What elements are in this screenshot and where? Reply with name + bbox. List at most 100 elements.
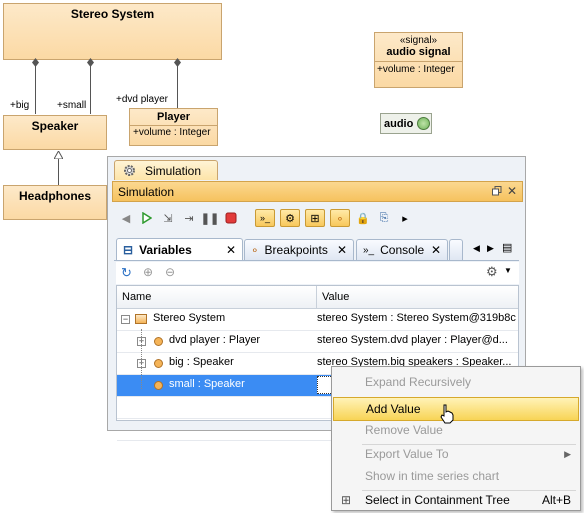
terminate-icon[interactable] bbox=[223, 210, 239, 226]
menu-item-label: Expand Recursively bbox=[365, 375, 472, 389]
remove-value-icon[interactable]: ⊖ bbox=[165, 265, 175, 279]
tab-scroll-left-icon[interactable]: ◀ bbox=[473, 243, 480, 254]
row-name: big : Speaker bbox=[169, 356, 234, 368]
export-icon[interactable]: ⎘ bbox=[376, 210, 392, 226]
audio-signal-block[interactable]: «signal» audio signal +volume : Integer bbox=[374, 32, 463, 88]
run-icon[interactable] bbox=[139, 210, 155, 226]
menu-item-expand-recursively[interactable]: Expand Recursively bbox=[333, 371, 579, 393]
column-divider bbox=[316, 286, 317, 308]
generalization-line bbox=[58, 157, 59, 185]
menu-item-export-value-to[interactable]: Export Value To ▶ bbox=[333, 443, 579, 465]
column-header-value[interactable]: Value bbox=[322, 291, 349, 303]
close-icon[interactable]: ✕ bbox=[507, 184, 517, 198]
step-into-icon[interactable]: ⇲ bbox=[160, 210, 176, 226]
step-back-icon[interactable]: ◀ bbox=[118, 210, 134, 226]
block-title: Speaker bbox=[31, 119, 79, 133]
headphones-block[interactable]: Headphones bbox=[3, 185, 107, 220]
part-icon bbox=[154, 381, 163, 390]
table-row[interactable]: + dvd player : Player stereo System.dvd … bbox=[117, 331, 518, 353]
breakpoints-icon: ∘ bbox=[251, 243, 259, 257]
row-name: Stereo System bbox=[153, 312, 226, 324]
tab-strip-border bbox=[114, 260, 519, 261]
gear-icon[interactable]: ⚙ bbox=[486, 264, 498, 280]
block-divider bbox=[130, 125, 217, 126]
close-icon[interactable]: ✕ bbox=[431, 243, 441, 257]
speaker-block[interactable]: Speaker bbox=[3, 115, 107, 150]
tab-label: Variables bbox=[139, 242, 192, 257]
port-circle-icon bbox=[417, 117, 431, 130]
role-label-dvd: +dvd player bbox=[116, 94, 168, 105]
menu-item-label: Remove Value bbox=[365, 423, 443, 437]
role-label-small: +small bbox=[57, 100, 87, 111]
simulation-toolbar: ◀ ⇲ ⇥ ❚❚ »_ ⚙ ⊞ ∘ 🔒 ⎘ ▸ bbox=[114, 206, 514, 230]
console-icon: »_ bbox=[363, 244, 375, 256]
menu-item-label: Show in time series chart bbox=[365, 469, 500, 483]
console-mode-icon[interactable]: »_ bbox=[255, 209, 275, 227]
composition-line-small bbox=[90, 62, 91, 114]
part-icon bbox=[154, 359, 163, 368]
variables-icon: ⊟ bbox=[123, 242, 134, 257]
column-header-name[interactable]: Name bbox=[122, 291, 151, 303]
audio-port-block[interactable]: audio bbox=[380, 113, 432, 134]
block-divider bbox=[375, 61, 462, 62]
collapse-icon[interactable]: − bbox=[121, 315, 130, 324]
block-title: Headphones bbox=[18, 189, 91, 203]
block-title: Stereo System bbox=[70, 7, 155, 21]
tab-label: Breakpoints bbox=[264, 243, 328, 257]
tab-overflow[interactable] bbox=[449, 239, 463, 260]
player-attribute: +volume : Integer bbox=[133, 127, 211, 138]
menu-item-select-in-containment-tree[interactable]: ⊞ Select in Containment Tree Alt+B bbox=[333, 489, 579, 511]
menu-item-add-value[interactable]: Add Value bbox=[333, 397, 579, 421]
tab-label: Console bbox=[380, 243, 425, 257]
lock-icon[interactable]: 🔒 bbox=[355, 210, 371, 226]
signal-attribute: +volume : Integer bbox=[377, 64, 455, 75]
tab-list-icon[interactable]: ▤ bbox=[502, 241, 512, 254]
hierarchy-icon[interactable]: ⊞ bbox=[305, 209, 325, 227]
tab-scroll-right-icon[interactable]: ▶ bbox=[487, 243, 494, 254]
submenu-arrow-icon: ▶ bbox=[564, 448, 571, 459]
block-title: audio signal bbox=[386, 46, 451, 58]
breakpoints-icon[interactable]: ∘ bbox=[330, 209, 350, 227]
variables-toolbar: ↻ ⊕ ⊖ ⚙ ▼ bbox=[116, 262, 519, 284]
gear-icon[interactable]: ⚙ bbox=[280, 209, 300, 227]
table-header: Name Value bbox=[117, 286, 518, 309]
player-block[interactable]: Player +volume : Integer bbox=[129, 108, 218, 146]
panel-titlebar: Simulation ✕ bbox=[112, 181, 523, 202]
triangle-arrow-icon bbox=[53, 149, 64, 160]
tab-variables[interactable]: ⊟ Variables ✕ bbox=[116, 238, 243, 260]
simulation-tab[interactable]: Simulation bbox=[114, 160, 218, 180]
more-icon[interactable]: ▸ bbox=[397, 210, 413, 226]
refresh-icon[interactable]: ↻ bbox=[121, 265, 132, 281]
composition-line-dvd bbox=[177, 62, 178, 108]
menu-item-remove-value[interactable]: Remove Value bbox=[333, 419, 579, 441]
step-over-icon[interactable]: ⇥ bbox=[181, 210, 197, 226]
table-row[interactable]: − Stereo System stereo System : Stereo S… bbox=[117, 309, 518, 331]
restore-window-icon[interactable] bbox=[492, 186, 502, 196]
tab-breakpoints[interactable]: ∘ Breakpoints ✕ bbox=[244, 239, 354, 260]
signal-stereotype: «signal» bbox=[399, 35, 438, 46]
block-icon bbox=[135, 314, 147, 324]
chevron-down-icon[interactable]: ▼ bbox=[504, 266, 512, 275]
containment-tree-icon: ⊞ bbox=[341, 493, 352, 507]
row-name: small : Speaker bbox=[169, 378, 245, 390]
part-icon bbox=[154, 337, 163, 346]
role-label-big: +big bbox=[10, 100, 30, 111]
pause-icon[interactable]: ❚❚ bbox=[201, 210, 219, 226]
port-label: audio bbox=[384, 117, 414, 130]
close-icon[interactable]: ✕ bbox=[226, 243, 236, 257]
close-icon[interactable]: ✕ bbox=[337, 243, 347, 257]
composition-line-big bbox=[35, 62, 36, 114]
tab-console[interactable]: »_ Console ✕ bbox=[356, 239, 448, 260]
add-value-icon[interactable]: ⊕ bbox=[143, 265, 153, 279]
menu-item-label: Add Value bbox=[366, 402, 421, 416]
menu-item-label: Export Value To bbox=[365, 447, 449, 461]
stereo-system-block[interactable]: Stereo System bbox=[3, 3, 222, 60]
row-name: dvd player : Player bbox=[169, 334, 261, 346]
row-value: stereo System.dvd player : Player@d... bbox=[317, 334, 508, 346]
tree-guide-line bbox=[141, 329, 142, 389]
block-title: Player bbox=[156, 111, 191, 123]
menu-item-label: Select in Containment Tree bbox=[365, 493, 510, 507]
row-value: stereo System : Stereo System@319b8c bbox=[317, 312, 516, 324]
hand-pointer-icon bbox=[439, 404, 455, 424]
menu-item-show-time-series[interactable]: Show in time series chart bbox=[333, 465, 579, 487]
